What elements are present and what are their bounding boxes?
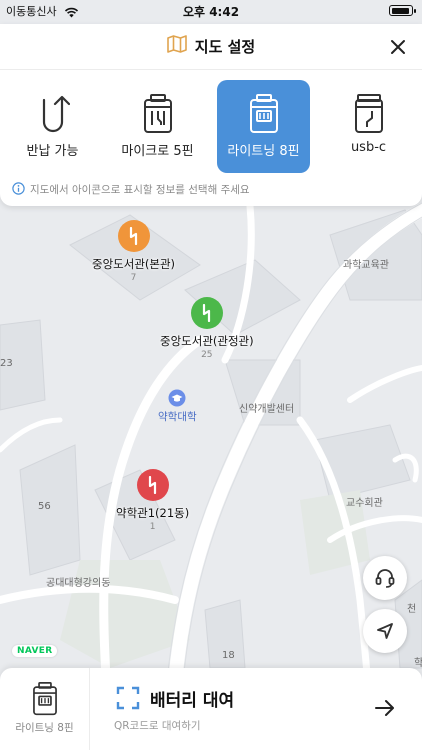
campus-poi-name: 약학대학 xyxy=(158,411,197,423)
panel-header: 지도 설정 xyxy=(0,24,422,70)
place-label: 학 xyxy=(414,658,422,669)
place-label: 신약개발센터 xyxy=(239,404,295,415)
rent-subtitle: QR코드로 대여하기 xyxy=(114,720,201,732)
rent-title: 배터리 대여 xyxy=(150,691,235,711)
station-pin xyxy=(136,469,169,501)
place-label: 공대대형강의동 xyxy=(46,578,111,589)
place-label: 교수회관 xyxy=(346,498,383,509)
building-number: 23 xyxy=(0,358,13,369)
info-icon xyxy=(12,180,25,199)
qr-scan-icon xyxy=(116,686,140,714)
station-marker[interactable]: 중앙도서관(관정관) 25 xyxy=(160,297,254,360)
lightning-8pin-cable-icon xyxy=(31,682,59,720)
type-option-micro-5pin[interactable]: 마이크로 5핀 xyxy=(111,80,204,173)
map-icon xyxy=(166,35,187,57)
station-count: 25 xyxy=(201,350,213,360)
info-hint: 지도에서 아이콘으로 표시할 정보를 선택해 주세요 xyxy=(12,180,250,199)
place-label: 천 xyxy=(407,604,417,615)
station-marker[interactable]: 약학관1(21동) 1 xyxy=(116,469,189,532)
bottom-bar: 라이트닝 8핀 배터리 대여 QR코드로 대여하기 xyxy=(0,668,422,750)
place-label: 과학교육관 xyxy=(343,260,389,271)
battery-icon xyxy=(389,5,416,16)
battery-level xyxy=(391,7,409,14)
map-settings-panel: 지도 설정 반납 가능 마이크로 5핀 라이트닝 8핀 usb-c 지도에서 아… xyxy=(0,24,422,206)
rent-battery-button[interactable]: 배터리 대여 QR코드로 대여하기 xyxy=(90,668,422,750)
micro-5pin-cable-icon xyxy=(142,94,174,136)
station-pin xyxy=(117,220,150,252)
station-marker[interactable]: 중앙도서관(본관) 7 xyxy=(92,220,175,283)
bolt-icon xyxy=(148,476,156,494)
lightning-8pin-cable-icon xyxy=(248,94,280,136)
school-cap-icon xyxy=(168,389,186,407)
bolt-icon xyxy=(129,227,137,245)
close-icon[interactable] xyxy=(388,37,408,57)
info-text: 지도에서 아이콘으로 표시할 정보를 선택해 주세요 xyxy=(30,184,250,196)
type-option-label: 라이트닝 8핀 xyxy=(227,144,300,159)
support-button[interactable] xyxy=(363,556,407,600)
status-time: 오후 4:42 xyxy=(182,5,240,19)
page-title: 지도 설정 xyxy=(194,37,256,56)
type-option-label: 마이크로 5핀 xyxy=(121,144,194,159)
naver-logo: NAVER xyxy=(12,645,58,657)
type-option-label: 반납 가능 xyxy=(26,144,79,159)
station-count: 7 xyxy=(130,273,137,283)
location-arrow-icon xyxy=(377,623,393,639)
type-option-lightning-8pin[interactable]: 라이트닝 8핀 xyxy=(217,80,310,173)
station-name: 약학관1(21동) xyxy=(116,506,190,520)
bolt-icon xyxy=(202,304,210,322)
building-number: 56 xyxy=(38,501,51,512)
campus-poi[interactable]: 약학대학 xyxy=(158,389,197,424)
station-pin xyxy=(190,297,223,329)
my-location-button[interactable] xyxy=(363,609,407,653)
arrow-right-icon xyxy=(374,698,396,722)
building-number: 18 xyxy=(222,650,235,661)
station-name: 중앙도서관(본관) xyxy=(92,257,176,271)
station-count: 1 xyxy=(149,522,156,532)
type-option-return[interactable]: 반납 가능 xyxy=(6,80,99,173)
type-option-usb-c[interactable]: usb-c xyxy=(322,80,415,173)
current-connector-type-button[interactable]: 라이트닝 8핀 xyxy=(0,668,90,750)
connector-type-selector: 반납 가능 마이크로 5핀 라이트닝 8핀 usb-c xyxy=(0,80,422,173)
type-option-label: usb-c xyxy=(350,140,387,155)
headset-icon xyxy=(375,569,395,588)
return-arrow-icon xyxy=(36,94,70,136)
status-bar: 이동통신사 오후 4:42 xyxy=(0,0,422,24)
station-name: 중앙도서관(관정관) xyxy=(160,334,254,348)
current-type-label: 라이트닝 8핀 xyxy=(15,722,74,734)
usb-c-cable-icon xyxy=(353,94,385,136)
